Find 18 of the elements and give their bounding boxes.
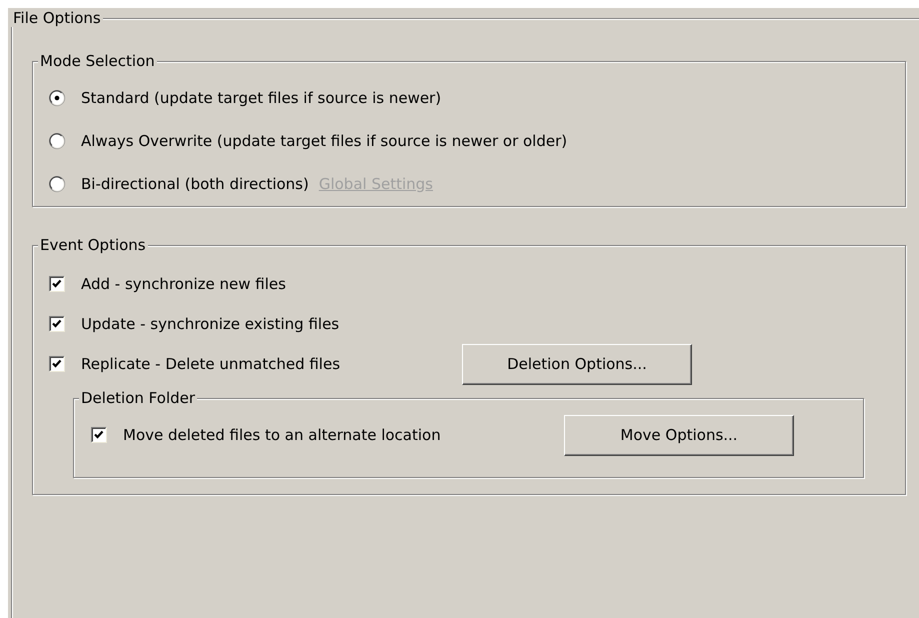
checkbox-label: Move deleted files to an alternate location	[123, 426, 442, 444]
radio-label: Standard (update target files if source is newer)	[81, 88, 442, 106]
group-title: Event Options	[38, 236, 148, 254]
group-title: File Options	[11, 9, 103, 27]
checkbox-label: Update - synchronize existing files	[81, 315, 340, 333]
deletion-options-button[interactable]: Deletion Options...	[462, 344, 692, 384]
radio-button[interactable]	[49, 132, 65, 148]
radio-button[interactable]	[49, 176, 65, 192]
checkbox-label: Add - synchronize new files	[81, 275, 287, 293]
checkbox-label: Replicate - Delete unmatched files	[81, 355, 342, 373]
checkbox[interactable]	[49, 276, 65, 292]
checkbox[interactable]	[49, 316, 65, 332]
radio-label: Bi-directional (both directions)	[81, 174, 309, 192]
move-options-button[interactable]: Move Options...	[564, 414, 794, 456]
checkbox[interactable]	[91, 427, 107, 443]
checkbox[interactable]	[49, 356, 65, 372]
radio-button[interactable]	[49, 90, 65, 106]
radio-label: Always Overwrite (update target files if source is newer or older)	[81, 132, 568, 150]
